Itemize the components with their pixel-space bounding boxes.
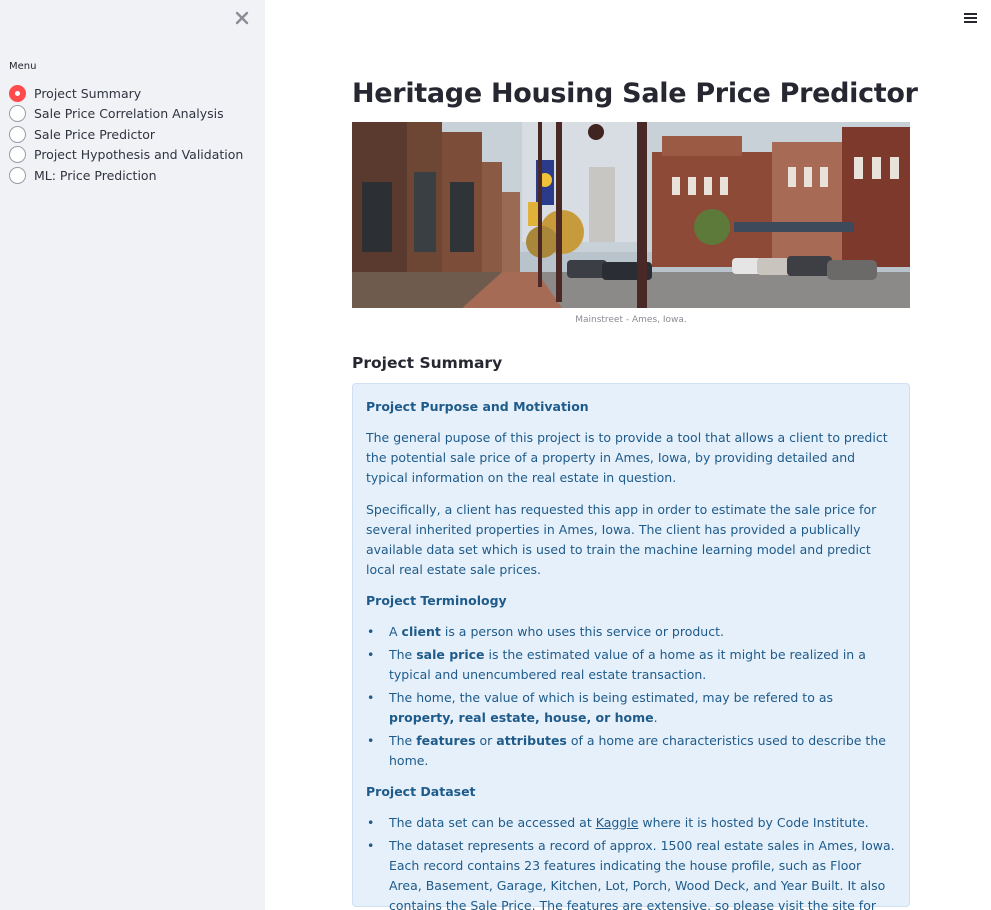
menu-item-label: ML: Price Prediction — [34, 167, 157, 183]
menu-item-label: Project Hypothesis and Validation — [34, 147, 244, 163]
list-item: The sale price is the estimated value of… — [366, 645, 895, 685]
hamburger-menu-icon[interactable] — [964, 11, 979, 25]
radio-unselected-icon[interactable] — [9, 105, 26, 123]
dataset-list: The data set can be accessed at Kaggle w… — [366, 813, 895, 910]
list-item: The dataset represents a record of appro… — [366, 836, 895, 910]
menu-item-sale-price-predictor[interactable]: Sale Price Predictor — [9, 124, 243, 145]
radio-unselected-icon[interactable] — [9, 166, 26, 184]
radio-unselected-icon[interactable] — [9, 125, 26, 143]
dataset-heading: Project Dataset — [366, 784, 476, 799]
purpose-paragraph-1: The general pupose of this project is to… — [366, 430, 888, 485]
close-sidebar-icon[interactable] — [233, 9, 251, 27]
terminology-heading: Project Terminology — [366, 593, 507, 608]
purpose-paragraph-2: Specifically, a client has requested thi… — [366, 502, 877, 577]
menu-item-ml-price-prediction[interactable]: ML: Price Prediction — [9, 165, 243, 186]
purpose-heading: Project Purpose and Motivation — [366, 399, 589, 414]
menu-radio-group: Project Summary Sale Price Correlation A… — [9, 83, 243, 186]
list-item: A client is a person who uses this servi… — [366, 622, 895, 642]
section-title: Project Summary — [352, 354, 503, 372]
terminology-list: A client is a person who uses this servi… — [366, 622, 895, 771]
image-caption: Mainstreet - Ames, Iowa. — [575, 315, 687, 325]
menu-item-label: Sale Price Predictor — [34, 126, 156, 142]
radio-unselected-icon[interactable] — [9, 146, 26, 164]
kaggle-link[interactable]: Kaggle — [596, 815, 639, 830]
menu-item-correlation-analysis[interactable]: Sale Price Correlation Analysis — [9, 104, 243, 125]
list-item: The data set can be accessed at Kaggle w… — [366, 813, 895, 833]
list-item: The home, the value of which is being es… — [366, 688, 895, 728]
project-summary-info-box: Project Purpose and Motivation The gener… — [352, 383, 910, 910]
menu-item-project-summary[interactable]: Project Summary — [9, 83, 243, 104]
menu-item-hypothesis-validation[interactable]: Project Hypothesis and Validation — [9, 145, 243, 166]
menu-label: Menu — [9, 61, 37, 72]
menu-item-label: Project Summary — [34, 85, 142, 101]
page-title: Heritage Housing Sale Price Predictor — [352, 78, 918, 109]
list-item: The features or attributes of a home are… — [366, 731, 895, 771]
menu-item-label: Sale Price Correlation Analysis — [34, 106, 224, 122]
main-street-image — [352, 122, 910, 308]
radio-selected-icon[interactable] — [9, 84, 26, 102]
sidebar: Menu Project Summary Sale Price Correlat… — [0, 0, 265, 910]
